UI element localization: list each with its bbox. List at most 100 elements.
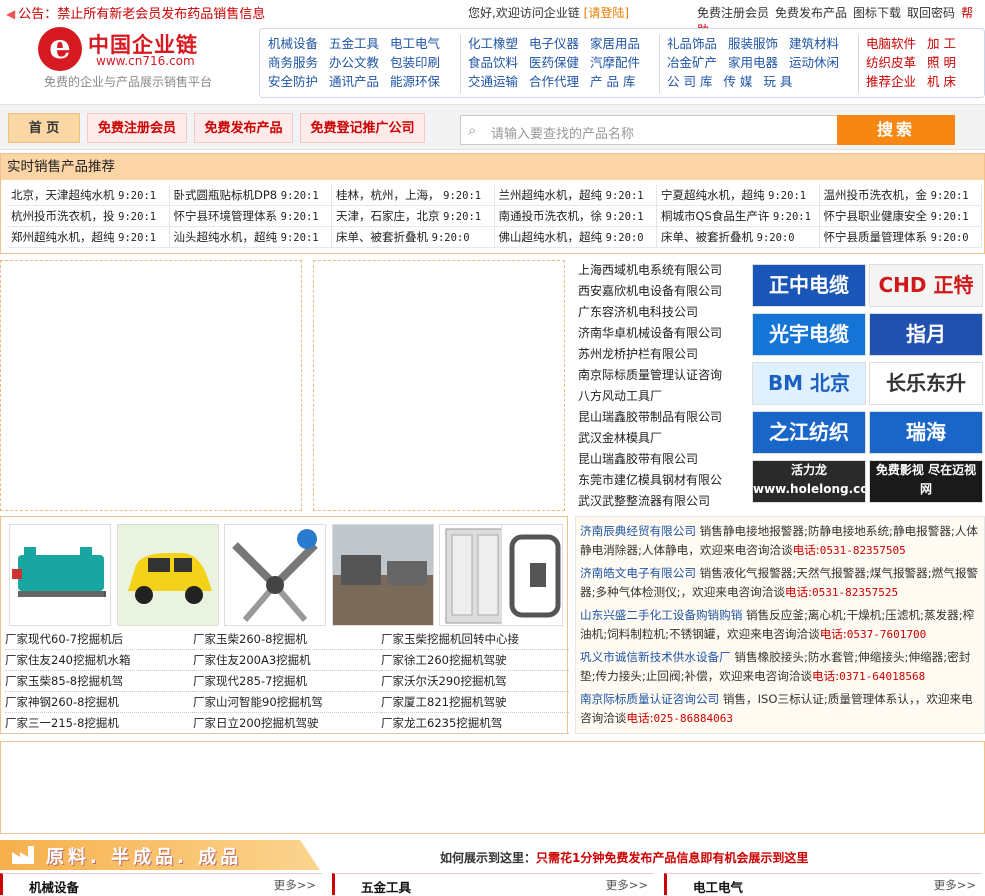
product-link[interactable]: 厂家现代60-7挖掘机后 xyxy=(5,629,193,650)
product-image-factory[interactable] xyxy=(332,524,434,626)
recommend-item-name[interactable]: 佛山超纯水机，超纯 xyxy=(499,230,603,244)
category-link[interactable]: 交通运输 xyxy=(468,72,518,91)
search-box[interactable]: ⌕ 请输入要查找的产品名称 xyxy=(460,115,838,145)
recommend-item[interactable]: 温州投币洗衣机，金 9:20:1 xyxy=(820,185,982,206)
notice[interactable]: ◀ 公告：禁止所有新老会员发布药品销售信息 xyxy=(6,3,265,22)
product-image-car[interactable] xyxy=(117,524,219,626)
recommend-item-name[interactable]: 宁夏超纯水机，超纯 xyxy=(661,188,765,202)
category-link[interactable]: 食品饮料 xyxy=(468,53,518,72)
category-link[interactable]: 汽摩配件 xyxy=(590,53,640,72)
recommend-item[interactable]: 杭州投币洗衣机，投 9:20:1 xyxy=(7,206,170,227)
recommend-item[interactable]: 怀宁县环境管理体系 9:20:1 xyxy=(170,206,332,227)
category-link[interactable]: 服装服饰 xyxy=(728,34,778,53)
recommend-item-name[interactable]: 床单、被套折叠机 xyxy=(661,230,753,244)
category-link[interactable]: 建筑材料 xyxy=(789,34,839,53)
recommend-item-name[interactable]: 怀宁县环境管理体系 xyxy=(174,209,278,223)
info-company-link[interactable]: 济南辰典经贸有限公司 xyxy=(580,524,696,538)
notice-text[interactable]: 禁止所有新老会员发布药品销售信息 xyxy=(57,7,265,22)
company-link[interactable]: 武汉武整整流器有限公司 xyxy=(578,491,738,512)
publish-button[interactable]: 免费发布产品 xyxy=(194,113,293,143)
product-link[interactable]: 厂家住友240挖掘机水箱 xyxy=(5,650,193,671)
recommend-item[interactable]: 卧式圆瓶贴标机DP8 9:20:1 xyxy=(170,185,332,206)
recommend-item-name[interactable]: 杭州投币洗衣机，投 xyxy=(11,209,115,223)
recommend-item-name[interactable]: 兰州超纯水机，超纯 xyxy=(499,188,603,202)
recommend-item[interactable]: 汕头超纯水机，超纯 9:20:1 xyxy=(170,227,332,248)
promote-button[interactable]: 免费登记推广公司 xyxy=(300,113,425,143)
company-link[interactable]: 西安嘉欣机电设备有限公司 xyxy=(578,281,738,302)
ad-slot-middle[interactable] xyxy=(313,260,565,511)
info-company-link[interactable]: 巩义市诚信新技术供水设备厂 xyxy=(580,650,731,664)
category-link[interactable]: 礼品饰品 xyxy=(667,34,717,53)
category-link[interactable]: 安全防护 xyxy=(268,72,318,91)
product-link[interactable]: 厂家神钢260-8挖掘机 xyxy=(5,692,193,713)
product-link[interactable]: 厂家厦工821挖掘机驾驶 xyxy=(381,692,569,713)
category-link[interactable]: 合作代理 xyxy=(529,72,579,91)
brand-logo[interactable]: BM 北京 xyxy=(752,362,866,405)
product-link[interactable]: 厂家徐工260挖掘机驾驶 xyxy=(381,650,569,671)
product-link[interactable]: 厂家沃尔沃290挖掘机驾 xyxy=(381,671,569,692)
more-link[interactable]: 更多>> xyxy=(606,877,648,893)
company-link[interactable]: 武汉金林模具厂 xyxy=(578,428,738,449)
recommend-item[interactable]: 床单、被套折叠机 9:20:0 xyxy=(657,227,820,248)
login-link[interactable]: [请登陆] xyxy=(584,6,629,20)
company-link[interactable]: 东莞市建亿模具钢材有限公 xyxy=(578,470,738,491)
company-link[interactable]: 八方风动工具厂 xyxy=(578,386,738,407)
brand-logo[interactable]: 指月 xyxy=(869,313,983,356)
company-link[interactable]: 南京际标质量管理认证咨询 xyxy=(578,365,738,386)
search-input[interactable]: 请输入要查找的产品名称 xyxy=(491,123,634,142)
brand-logo[interactable]: 长乐东升 xyxy=(869,362,983,405)
recommend-item-name[interactable]: 床单、被套折叠机 xyxy=(336,230,428,244)
register-button[interactable]: 免费注册会员 xyxy=(87,113,187,143)
product-link[interactable]: 厂家龙工6235挖掘机驾 xyxy=(381,713,569,734)
category-link[interactable]: 加 工 xyxy=(927,34,956,53)
recommend-item-name[interactable]: 温州投币洗衣机，金 xyxy=(824,188,928,202)
brand-logo[interactable]: 正中电缆 xyxy=(752,264,866,307)
product-image-pump[interactable] xyxy=(9,524,111,626)
category-link[interactable]: 电子仪器 xyxy=(529,34,579,53)
category-link[interactable]: 冶金矿产 xyxy=(667,53,717,72)
site-logo[interactable]: e 中国企业链 www.cn716.com 免费的企业与产品展示销售平台 xyxy=(38,25,258,93)
recommend-item[interactable]: 桐城市QS食品生产许 9:20:1 xyxy=(657,206,820,227)
info-company-link[interactable]: 南京际标质量认证咨询公司 xyxy=(580,692,719,706)
category-link[interactable]: 电脑软件 xyxy=(866,34,916,53)
recommend-item[interactable]: 兰州超纯水机，超纯 9:20:1 xyxy=(495,185,657,206)
product-link[interactable]: 厂家山河智能90挖掘机驾 xyxy=(193,692,381,713)
company-link[interactable]: 广东容济机电科技公司 xyxy=(578,302,738,323)
brand-logo[interactable]: CHD 正特 xyxy=(869,264,983,307)
category-link[interactable]: 化工橡塑 xyxy=(468,34,518,53)
register-link[interactable]: 免费注册会员 xyxy=(697,6,769,20)
more-link[interactable]: 更多>> xyxy=(934,877,976,893)
product-link[interactable]: 厂家玉柴260-8挖掘机 xyxy=(193,629,381,650)
recommend-item[interactable]: 桂林，杭州，上海， 9:20:1 xyxy=(332,185,495,206)
recommend-item-name[interactable]: 南通投币洗衣机，徐 xyxy=(499,209,603,223)
recommend-item-name[interactable]: 怀宁县质量管理体系 xyxy=(824,230,928,244)
more-link[interactable]: 更多>> xyxy=(274,877,316,893)
info-company-link[interactable]: 济南皓文电子有限公司 xyxy=(580,566,696,580)
product-link[interactable]: 厂家三一215-8挖掘机 xyxy=(5,713,193,734)
category-link[interactable]: 运动休闲 xyxy=(789,53,839,72)
product-link[interactable]: 厂家住友200A3挖掘机 xyxy=(193,650,381,671)
category-link[interactable]: 五金工具 xyxy=(329,34,379,53)
recommend-item[interactable]: 佛山超纯水机，超纯 9:20:0 xyxy=(495,227,657,248)
category-link[interactable]: 公 司 库 xyxy=(667,72,712,91)
brand-logo[interactable]: 免费影视 尽在迈视网 xyxy=(869,460,983,503)
home-button[interactable]: 首 页 xyxy=(8,113,80,143)
recommend-item-name[interactable]: 郑州超纯水机，超纯 xyxy=(11,230,115,244)
recommend-item[interactable]: 怀宁县职业健康安全 9:20:1 xyxy=(820,206,982,227)
recommend-item-name[interactable]: 怀宁县职业健康安全 xyxy=(824,209,928,223)
product-image-joints[interactable] xyxy=(224,524,326,626)
category-link[interactable]: 医药保健 xyxy=(529,53,579,72)
recommend-item-name[interactable]: 天津，石家庄，北京 xyxy=(336,209,440,223)
recommend-item[interactable]: 北京，天津超纯水机 9:20:1 xyxy=(7,185,170,206)
category-link[interactable]: 玩 具 xyxy=(763,72,792,91)
category-link[interactable]: 办公文教 xyxy=(329,53,379,72)
category-link[interactable]: 机 床 xyxy=(927,72,956,91)
recommend-item-name[interactable]: 汕头超纯水机，超纯 xyxy=(174,230,278,244)
category-link[interactable]: 产 品 库 xyxy=(590,72,635,91)
brand-logo[interactable]: 活力龙 www.holelong.com xyxy=(752,460,866,503)
product-link[interactable]: 厂家玉柴85-8挖掘机驾 xyxy=(5,671,193,692)
brand-logo[interactable]: 瑞海 xyxy=(869,411,983,454)
category-link[interactable]: 照 明 xyxy=(927,53,956,72)
company-link[interactable]: 上海西域机电系统有限公司 xyxy=(578,260,738,281)
product-link[interactable]: 厂家现代285-7挖掘机 xyxy=(193,671,381,692)
